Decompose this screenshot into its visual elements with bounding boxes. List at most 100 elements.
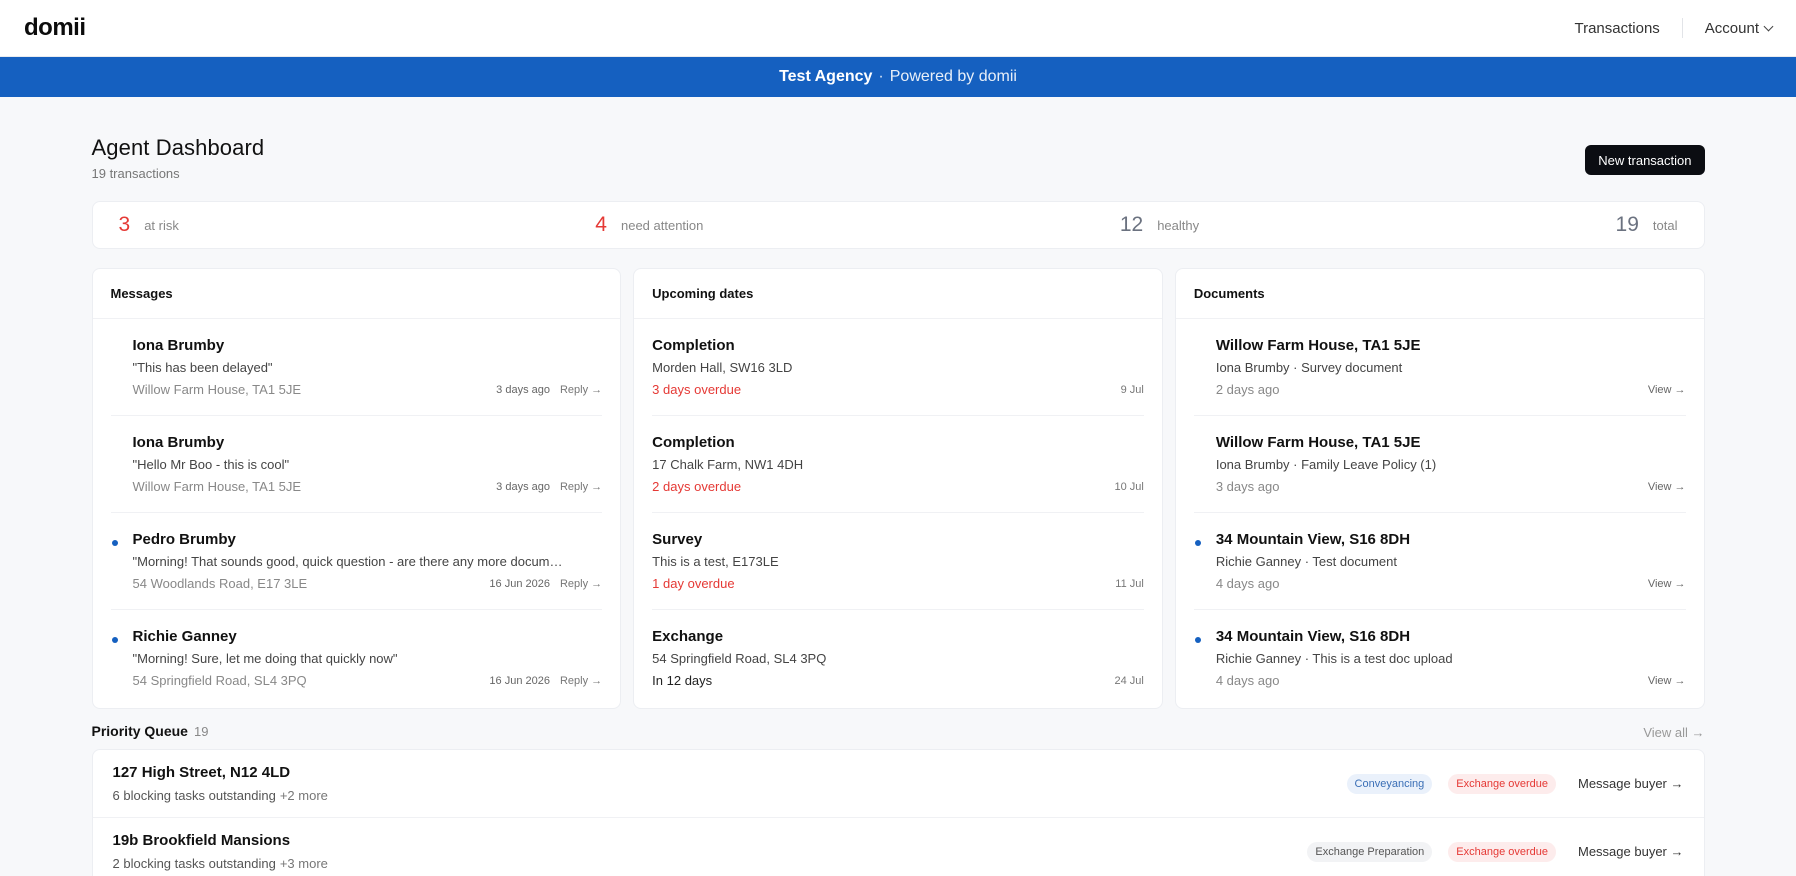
- sender-name: Richie Ganney: [132, 628, 237, 645]
- priority-queue-list: 127 High Street, N12 4LD 6 blocking task…: [91, 749, 1705, 876]
- message-item[interactable]: Iona Brumby "Hello Mr Boo - this is cool…: [110, 416, 603, 513]
- chevron-down-icon: [1763, 21, 1774, 31]
- new-transaction-button[interactable]: New transaction: [1585, 145, 1705, 175]
- page-title: Agent Dashboard: [91, 135, 265, 160]
- event-status: 1 day overdue: [652, 576, 735, 591]
- unread-dot-icon: [111, 637, 118, 643]
- date-item[interactable]: Exchange 54 Springfield Road, SL4 3PQ In…: [652, 610, 1144, 707]
- event-date: 9 Jul: [1120, 383, 1144, 396]
- stat-label: at risk: [144, 217, 179, 233]
- app-logo[interactable]: domii: [24, 14, 86, 42]
- view-link[interactable]: View →: [1648, 481, 1686, 493]
- event-type: Exchange: [652, 628, 724, 645]
- reply-link[interactable]: Reply →: [560, 481, 602, 493]
- priority-row[interactable]: 127 High Street, N12 4LD 6 blocking task…: [92, 750, 1704, 818]
- banner-separator: ·: [878, 68, 884, 85]
- more-tasks: +3 more: [279, 856, 328, 871]
- stat-healthy: 12 healthy: [1120, 213, 1199, 237]
- stat-value: 3: [118, 213, 131, 236]
- document-detail: Iona Brumby · Survey document: [1215, 360, 1403, 375]
- date-item[interactable]: Completion 17 Chalk Farm, NW1 4DH 2 days…: [652, 416, 1144, 513]
- message-time: 16 Jun 2026: [489, 674, 550, 687]
- priority-queue-count: 19: [193, 724, 209, 739]
- reply-link[interactable]: Reply →: [560, 675, 602, 687]
- view-link[interactable]: View →: [1648, 578, 1686, 590]
- view-link[interactable]: View →: [1648, 675, 1686, 687]
- account-label: Account: [1704, 19, 1759, 37]
- event-type: Survey: [652, 531, 703, 548]
- stat-value: 19: [1615, 213, 1639, 236]
- event-property: 17 Chalk Farm, NW1 4DH: [652, 457, 804, 472]
- main-content: Agent Dashboard 19 transactions New tran…: [91, 97, 1705, 876]
- document-item[interactable]: 34 Mountain View, S16 8DH Richie Ganney …: [1193, 513, 1686, 610]
- transaction-count: 19 transactions: [91, 166, 180, 181]
- document-detail: Richie Ganney · This is a test doc uploa…: [1215, 651, 1453, 666]
- blocking-tasks: 2 blocking tasks outstanding: [112, 856, 276, 871]
- message-time: 16 Jun 2026: [489, 577, 550, 590]
- documents-card: Documents Willow Farm House, TA1 5JE Ion…: [1174, 268, 1705, 709]
- overdue-badge: Exchange overdue: [1448, 841, 1556, 862]
- stat-need-attention: 4 need attention: [595, 213, 703, 237]
- stat-label: healthy: [1157, 217, 1200, 233]
- view-link[interactable]: View →: [1648, 384, 1686, 396]
- sender-name: Pedro Brumby: [132, 531, 236, 548]
- priority-queue-header: Priority Queue 19 View all →: [92, 723, 1705, 741]
- document-item[interactable]: 34 Mountain View, S16 8DH Richie Ganney …: [1194, 610, 1686, 707]
- sender-name: Iona Brumby: [132, 337, 225, 354]
- card-title: Upcoming dates: [634, 269, 1162, 319]
- event-property: Morden Hall, SW16 3LD: [652, 360, 793, 375]
- event-property: This is a test, E173LE: [652, 554, 779, 569]
- priority-address: 19b Brookfield Mansions: [112, 832, 291, 849]
- more-tasks: +2 more: [279, 788, 328, 803]
- message-time: 3 days ago: [496, 480, 550, 493]
- stage-badge: Conveyancing: [1346, 773, 1433, 794]
- message-item[interactable]: Richie Ganney "Morning! Sure, let me doi…: [111, 610, 602, 707]
- document-detail: Richie Ganney · Test document: [1215, 554, 1397, 569]
- document-property: Willow Farm House, TA1 5JE: [1215, 337, 1421, 354]
- unread-dot-icon: [1194, 540, 1201, 546]
- document-item[interactable]: Willow Farm House, TA1 5JE Iona Brumby ·…: [1193, 319, 1686, 416]
- priority-row[interactable]: 19b Brookfield Mansions 2 blocking tasks…: [93, 818, 1704, 876]
- view-all-link[interactable]: View all →: [1643, 725, 1704, 740]
- document-item[interactable]: Willow Farm House, TA1 5JE Iona Brumby ·…: [1193, 416, 1686, 513]
- message-time: 3 days ago: [496, 383, 550, 396]
- message-property: 54 Woodlands Road, E17 3LE: [132, 576, 308, 591]
- message-buyer-link[interactable]: Message buyer →: [1578, 776, 1684, 791]
- blocking-tasks: 6 blocking tasks outstanding: [112, 788, 276, 803]
- unread-dot-icon: [111, 540, 118, 546]
- document-time: 2 days ago: [1215, 382, 1280, 397]
- top-nav: Transactions Account: [1552, 18, 1774, 38]
- agency-banner: Test Agency · Powered by domii: [0, 57, 1796, 97]
- upcoming-dates-card: Upcoming dates Completion Morden Hall, S…: [633, 268, 1163, 709]
- card-title: Messages: [92, 269, 621, 319]
- sender-name: Iona Brumby: [132, 434, 225, 451]
- stat-label: need attention: [620, 217, 704, 233]
- stat-total: 19 total: [1616, 213, 1678, 237]
- account-menu[interactable]: Account: [1683, 19, 1774, 37]
- event-type: Completion: [652, 337, 735, 354]
- stat-at-risk: 3 at risk: [119, 213, 179, 237]
- event-status: 2 days overdue: [652, 479, 742, 494]
- event-property: 54 Springfield Road, SL4 3PQ: [652, 651, 827, 666]
- reply-link[interactable]: Reply →: [560, 384, 602, 396]
- message-buyer-link[interactable]: Message buyer →: [1578, 844, 1684, 859]
- event-date: 24 Jul: [1114, 674, 1144, 687]
- date-item[interactable]: Completion Morden Hall, SW16 3LD 3 days …: [652, 319, 1144, 416]
- top-navbar: domii Transactions Account: [0, 0, 1796, 57]
- document-property: 34 Mountain View, S16 8DH: [1215, 531, 1411, 548]
- message-preview: "Morning! Sure, let me doing that quickl…: [132, 651, 398, 666]
- nav-transactions-link[interactable]: Transactions: [1552, 20, 1681, 37]
- priority-queue-title: Priority Queue: [91, 723, 188, 739]
- powered-by-text: Powered by domii: [889, 68, 1017, 85]
- page-header: Agent Dashboard 19 transactions New tran…: [92, 135, 1705, 181]
- overdue-badge: Exchange overdue: [1448, 773, 1556, 794]
- agency-name: Test Agency: [779, 68, 873, 85]
- date-item[interactable]: Survey This is a test, E173LE 1 day over…: [652, 513, 1144, 610]
- dashboard-cards: Messages Iona Brumby "This has been dela…: [91, 268, 1705, 709]
- message-item[interactable]: Iona Brumby "This has been delayed" Will…: [110, 319, 603, 416]
- message-property: Willow Farm House, TA1 5JE: [132, 479, 302, 494]
- message-item[interactable]: Pedro Brumby "Morning! That sounds good,…: [110, 513, 603, 610]
- reply-link[interactable]: Reply →: [560, 578, 602, 590]
- event-status: 3 days overdue: [652, 382, 742, 397]
- event-status: In 12 days: [652, 673, 713, 688]
